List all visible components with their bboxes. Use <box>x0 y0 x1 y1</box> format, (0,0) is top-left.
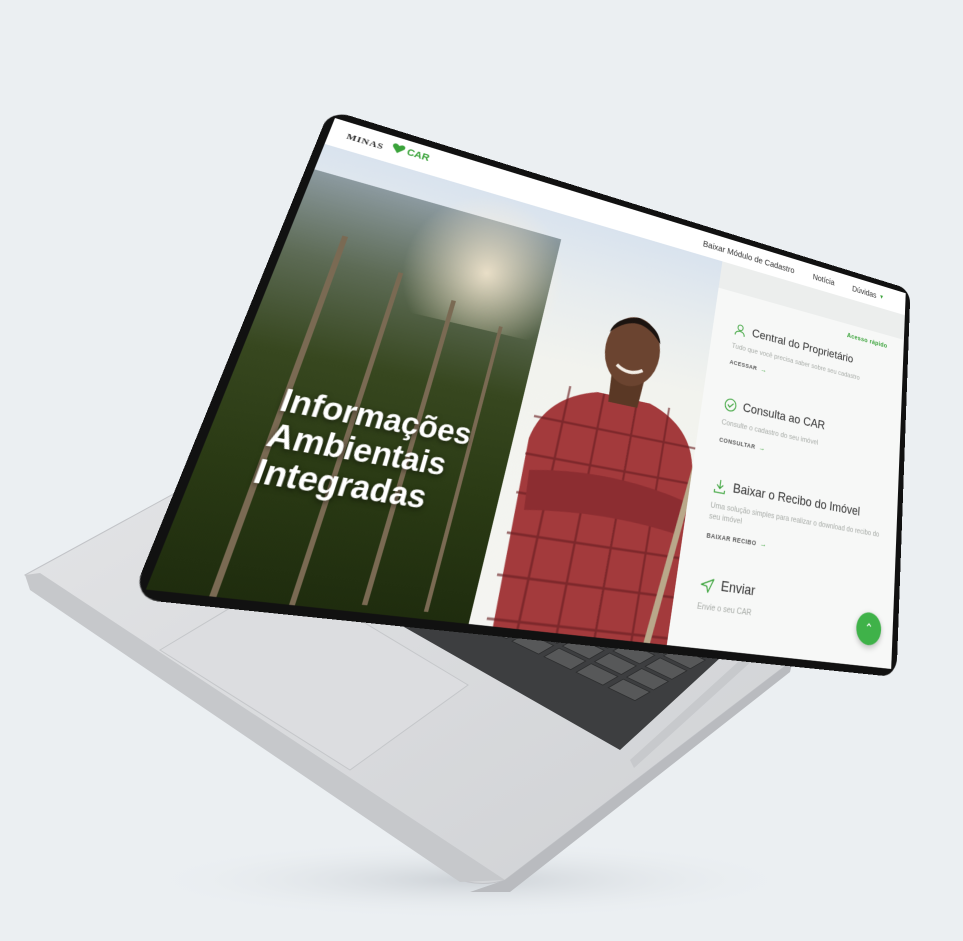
cta-label: CONSULTAR <box>718 436 756 451</box>
check-circle-icon <box>723 396 738 413</box>
nav-label: Notícia <box>812 271 835 288</box>
minas-logo[interactable]: MINAS <box>345 130 385 151</box>
mockup-stage: MINAS CAR Baixar Módulo de Cadastro Notí… <box>0 0 963 941</box>
item-download-receipt[interactable]: Baixar o Recibo do Imóvel Uma solução si… <box>706 477 885 567</box>
chevron-up-icon: ⌃ <box>864 620 874 637</box>
chevron-down-icon: ▼ <box>879 293 885 301</box>
car-logo-text: CAR <box>405 146 431 163</box>
arrow-right-icon: → <box>760 365 768 375</box>
car-logo[interactable]: CAR <box>390 142 431 163</box>
arrow-right-icon: → <box>759 539 768 550</box>
send-icon <box>699 575 716 594</box>
quick-access-label: Acesso rápido <box>846 331 888 350</box>
cta-label: BAIXAR RECIBO <box>706 531 757 547</box>
nav-news[interactable]: Notícia <box>812 272 835 287</box>
arrow-right-icon: → <box>758 443 767 454</box>
item-car-query[interactable]: Consulta ao CAR Consulte o cadastro do s… <box>719 396 888 478</box>
cta-label: ACESSAR <box>729 358 758 372</box>
item-send[interactable]: Enviar Envie o seu CAR <box>696 575 880 635</box>
heart-leaf-icon <box>390 142 407 155</box>
user-icon <box>733 322 747 338</box>
nav-label: Dúvidas <box>851 283 877 300</box>
item-owner-center[interactable]: Central do Proprietário Tudo que você pr… <box>729 322 891 405</box>
nav-faq[interactable]: Dúvidas ▼ <box>852 284 884 302</box>
item-title: Enviar <box>719 578 756 600</box>
download-icon <box>712 477 728 495</box>
